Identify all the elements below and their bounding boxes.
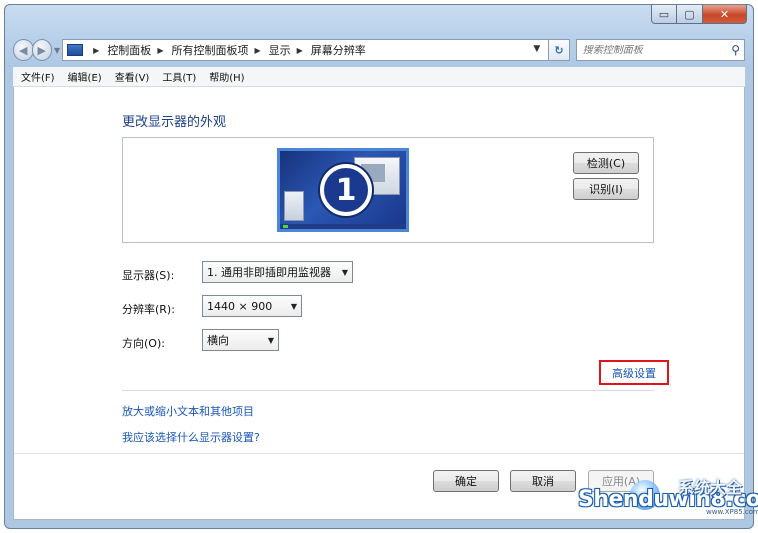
chevron-down-icon: ▼ [290, 301, 297, 311]
arrow-right-icon: ▶ [37, 43, 46, 57]
orientation-select-value: 横向 [207, 334, 229, 347]
orientation-select[interactable]: 横向 ▼ [202, 329, 279, 351]
menu-bar: 文件(F) 编辑(E) 查看(V) 工具(T) 帮助(H) [13, 67, 745, 87]
text-size-link[interactable]: 放大或缩小文本和其他项目 [122, 403, 254, 419]
minimize-button[interactable]: ▭ [651, 5, 677, 24]
menu-edit[interactable]: 编辑(E) [68, 69, 102, 84]
chevron-right-icon[interactable]: ▶ [297, 46, 303, 55]
chevron-right-icon[interactable]: ▶ [254, 46, 260, 55]
breadcrumb-control-panel[interactable]: 控制面板 [107, 42, 151, 58]
refresh-icon: ↻ [554, 43, 564, 57]
watermark-sub-text: www.XP85.com [706, 508, 758, 516]
search-box[interactable]: ⚲ [575, 39, 745, 61]
desktop-window-icon [284, 191, 304, 221]
breadcrumb-display[interactable]: 显示 [269, 42, 291, 58]
menu-tools[interactable]: 工具(T) [162, 69, 196, 84]
control-panel-icon [67, 44, 84, 56]
orientation-label: 方向(O): [122, 337, 165, 350]
search-icon[interactable]: ⚲ [731, 43, 740, 57]
resolution-select-value: 1440 × 900 [207, 299, 273, 313]
back-button[interactable]: ◀ [13, 39, 34, 61]
address-bar[interactable]: ▶ 控制面板 ▶ 所有控制面板项 ▶ 显示 ▶ 屏幕分辨率 ▼ [62, 39, 550, 61]
menu-help[interactable]: 帮助(H) [209, 69, 244, 84]
breadcrumb-all-items[interactable]: 所有控制面板项 [171, 42, 248, 58]
page-title: 更改显示器的外观 [122, 115, 227, 130]
address-dropdown-icon[interactable]: ▼ [533, 44, 540, 54]
detect-button[interactable]: 检测(C) [573, 152, 639, 174]
display-select[interactable]: 1. 通用非即插即用监视器 ▼ [202, 261, 353, 283]
arrow-left-icon: ◀ [19, 43, 28, 57]
menu-view[interactable]: 查看(V) [115, 69, 150, 84]
cancel-button[interactable]: 取消 [510, 470, 576, 492]
advanced-settings-link[interactable]: 高级设置 [612, 365, 656, 381]
start-orb-icon [283, 225, 288, 228]
monitor-number-badge: 1 [320, 164, 372, 216]
caption-buttons: ▭ ▢ ✕ [651, 5, 747, 24]
monitor-preview-panel: 1 检测(C) 识别(I) [122, 137, 654, 243]
section-divider [122, 390, 654, 391]
control-panel-window: ▭ ▢ ✕ ◀ ▶ ▼ ▶ 控制面板 ▶ 所有控制面板项 ▶ 显示 ▶ 屏幕分辨… [4, 4, 754, 529]
forward-button[interactable]: ▶ [31, 39, 52, 61]
chevron-right-icon[interactable]: ▶ [157, 46, 163, 55]
advanced-settings-highlight: 高级设置 [599, 360, 669, 385]
breadcrumb: ▶ 控制面板 ▶ 所有控制面板项 ▶ 显示 ▶ 屏幕分辨率 [87, 42, 366, 58]
maximize-button[interactable]: ▢ [677, 5, 703, 24]
ok-button[interactable]: 确定 [433, 470, 499, 492]
taskbar-strip [280, 224, 406, 229]
chevron-down-icon: ▼ [341, 267, 348, 277]
watermark-chinese-text: 系统大全 [678, 478, 743, 497]
display-label: 显示器(S): [122, 269, 175, 282]
resolution-select[interactable]: 1440 × 900 ▼ [202, 295, 302, 317]
breadcrumb-screen-resolution[interactable]: 屏幕分辨率 [311, 42, 366, 58]
close-button[interactable]: ✕ [703, 5, 747, 24]
site-watermark: Shenduwin8.com 系统大全 www.XP85.com [578, 478, 758, 528]
identify-button[interactable]: 识别(I) [573, 178, 639, 200]
menu-file[interactable]: 文件(F) [21, 69, 55, 84]
chevron-right-icon[interactable]: ▶ [93, 46, 99, 55]
navigation-bar: ◀ ▶ ▼ ▶ 控制面板 ▶ 所有控制面板项 ▶ 显示 ▶ 屏幕分辨率 ▼ ↻ [13, 37, 745, 63]
footer-divider [14, 453, 744, 454]
which-settings-link[interactable]: 我应该选择什么显示器设置? [122, 429, 260, 445]
main-content: 更改显示器的外观 1 检测(C) 识别(I) 显示器(S): 1. 通用非即插即… [13, 87, 745, 520]
chevron-down-icon: ▼ [267, 335, 274, 345]
resolution-label: 分辨率(R): [122, 303, 175, 316]
recent-pages-dropdown-icon[interactable]: ▼ [54, 46, 60, 55]
search-input[interactable] [582, 44, 723, 56]
monitor-thumbnail[interactable]: 1 [277, 148, 409, 232]
refresh-button[interactable]: ↻ [549, 39, 570, 61]
display-select-value: 1. 通用非即插即用监视器 [207, 266, 331, 279]
